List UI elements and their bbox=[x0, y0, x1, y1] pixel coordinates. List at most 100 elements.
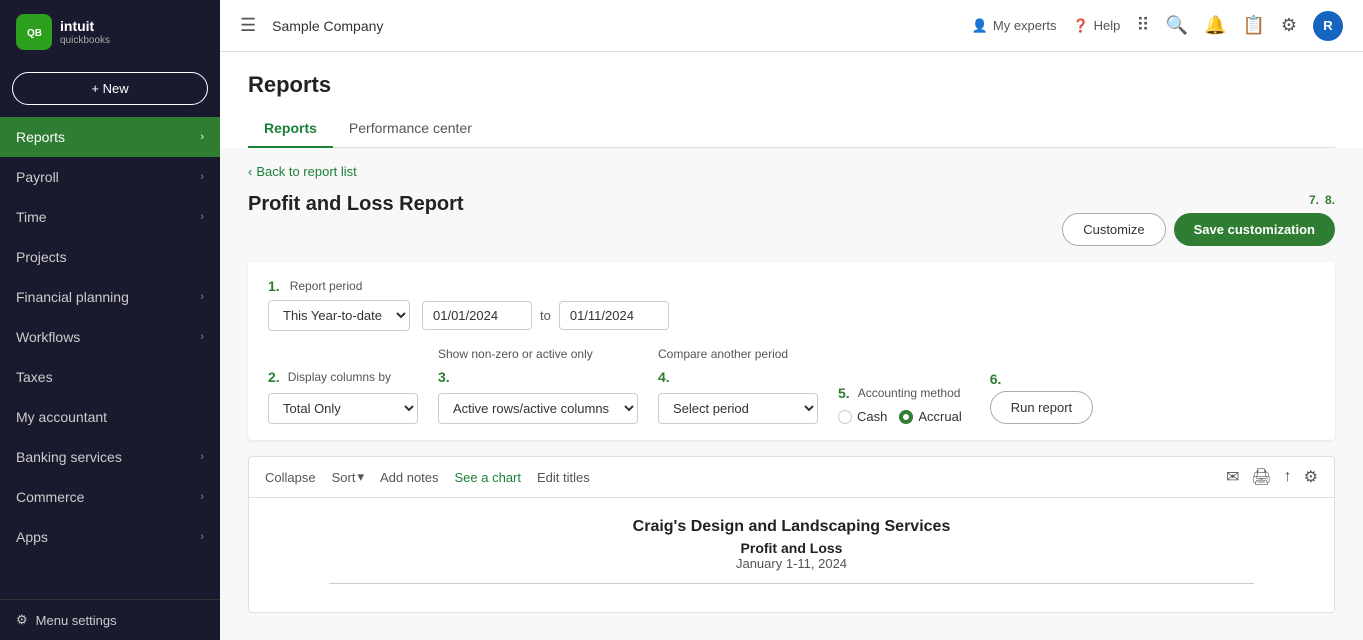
sidebar-item-financial-planning[interactable]: Financial planning › bbox=[0, 277, 220, 317]
sidebar-item-taxes[interactable]: Taxes bbox=[0, 357, 220, 397]
sidebar-item-commerce[interactable]: Commerce › bbox=[0, 477, 220, 517]
save-customization-button[interactable]: Save customization bbox=[1174, 213, 1335, 246]
logo-text-line1: intuit bbox=[60, 18, 110, 35]
sidebar-item-taxes-label: Taxes bbox=[16, 369, 53, 385]
controls-panel: 1. Report period This Year-to-date This … bbox=[248, 262, 1335, 440]
clipboard-icon[interactable]: 📋 bbox=[1242, 15, 1264, 36]
report-divider bbox=[329, 583, 1254, 584]
step-6: 6. bbox=[990, 371, 1089, 387]
export-icon[interactable]: ↑ bbox=[1284, 468, 1292, 486]
search-icon[interactable]: 🔍 bbox=[1166, 15, 1188, 36]
sort-chevron-icon: ▾ bbox=[357, 469, 364, 485]
sidebar-item-projects[interactable]: Projects bbox=[0, 237, 220, 277]
report-company-name: Craig's Design and Landscaping Services bbox=[269, 518, 1314, 536]
date-to-input[interactable] bbox=[559, 301, 669, 330]
to-label: to bbox=[540, 308, 551, 323]
compare-period-label: Compare another period bbox=[658, 347, 788, 361]
main-area: ☰ Sample Company 👤 My experts ❓ Help ⠿ 🔍… bbox=[220, 0, 1363, 640]
cash-label: Cash bbox=[857, 409, 887, 424]
logo-icon: QB bbox=[16, 14, 52, 50]
chevron-left-icon: ‹ bbox=[248, 164, 252, 179]
step-3: 3. bbox=[438, 369, 450, 385]
report-area: ‹ Back to report list Profit and Loss Re… bbox=[220, 148, 1363, 640]
sort-button[interactable]: Sort ▾ bbox=[332, 469, 364, 485]
sidebar-item-apps[interactable]: Apps › bbox=[0, 517, 220, 557]
show-nonzero-select[interactable]: Active rows/active columns Active rows o… bbox=[438, 393, 638, 424]
compare-period-group: Compare another period 4. Select period … bbox=[658, 347, 818, 424]
accounting-radio-group: Cash Accrual bbox=[838, 409, 962, 424]
edit-titles-button[interactable]: Edit titles bbox=[537, 470, 590, 485]
page-title: Reports bbox=[248, 72, 1335, 98]
settings-icon[interactable]: ⚙ bbox=[1281, 15, 1297, 36]
avatar[interactable]: R bbox=[1313, 11, 1343, 41]
report-toolbar: Collapse Sort ▾ Add notes See a chart Ed… bbox=[248, 456, 1335, 498]
chevron-icon: › bbox=[200, 491, 204, 503]
report-date: January 1-11, 2024 bbox=[269, 556, 1314, 571]
sidebar-item-banking-services-label: Banking services bbox=[16, 449, 122, 465]
chevron-icon: › bbox=[200, 291, 204, 303]
compare-period-select[interactable]: Select period Previous Period Previous Y… bbox=[658, 393, 818, 424]
sidebar-bottom: ⚙ Menu settings bbox=[0, 599, 220, 640]
toolbar-icons: ✉ 🖨 ↑ ⚙ bbox=[1226, 467, 1318, 487]
accrual-radio[interactable]: Accrual bbox=[899, 409, 961, 424]
period-select[interactable]: This Year-to-date This Month Last Month … bbox=[268, 300, 410, 331]
collapse-button[interactable]: Collapse bbox=[265, 470, 316, 485]
menu-settings-button[interactable]: ⚙ Menu settings bbox=[16, 612, 204, 628]
company-name: Sample Company bbox=[272, 18, 960, 34]
cash-radio[interactable]: Cash bbox=[838, 409, 887, 424]
hamburger-icon[interactable]: ☰ bbox=[240, 15, 256, 36]
new-button[interactable]: + New bbox=[12, 72, 208, 105]
apps-grid-icon[interactable]: ⠿ bbox=[1136, 15, 1149, 36]
display-columns-group: 2. Display columns by Total Only Month Q… bbox=[268, 369, 418, 424]
email-icon[interactable]: ✉ bbox=[1226, 467, 1239, 487]
customize-button[interactable]: Customize bbox=[1062, 213, 1165, 246]
see-chart-button[interactable]: See a chart bbox=[455, 470, 522, 485]
step-4: 4. bbox=[658, 369, 670, 385]
help-button[interactable]: ❓ Help bbox=[1072, 18, 1120, 34]
content: Reports Reports Performance center ‹ Bac… bbox=[220, 52, 1363, 640]
my-experts-button[interactable]: 👤 My experts bbox=[972, 18, 1057, 34]
report-content: Craig's Design and Landscaping Services … bbox=[248, 498, 1335, 613]
sidebar-item-apps-label: Apps bbox=[16, 529, 48, 545]
run-report-button[interactable]: Run report bbox=[990, 391, 1093, 424]
bell-icon[interactable]: 🔔 bbox=[1204, 15, 1226, 36]
step-2: 2. bbox=[268, 369, 280, 385]
sidebar-item-workflows[interactable]: Workflows › bbox=[0, 317, 220, 357]
print-icon[interactable]: 🖨 bbox=[1251, 467, 1271, 487]
back-to-report-list[interactable]: ‹ Back to report list bbox=[248, 164, 1335, 179]
help-icon: ❓ bbox=[1072, 18, 1088, 34]
date-from-input[interactable] bbox=[422, 301, 532, 330]
sidebar-item-time[interactable]: Time › bbox=[0, 197, 220, 237]
tab-reports[interactable]: Reports bbox=[248, 110, 333, 148]
accrual-radio-circle bbox=[899, 410, 913, 424]
chevron-icon: › bbox=[200, 211, 204, 223]
sidebar-item-payroll[interactable]: Payroll › bbox=[0, 157, 220, 197]
svg-text:QB: QB bbox=[27, 28, 42, 39]
step-7-label: 7. bbox=[1309, 193, 1319, 207]
back-link-label: Back to report list bbox=[256, 164, 356, 179]
show-nonzero-label: Show non-zero or active only bbox=[438, 347, 593, 361]
sidebar-item-banking-services[interactable]: Banking services › bbox=[0, 437, 220, 477]
sidebar-item-workflows-label: Workflows bbox=[16, 329, 80, 345]
menu-settings-label: Menu settings bbox=[36, 613, 117, 628]
sidebar-nav: Reports › Payroll › Time › Projects Fina… bbox=[0, 117, 220, 599]
display-columns-select[interactable]: Total Only Month Quarter Year bbox=[268, 393, 418, 424]
cash-radio-circle bbox=[838, 410, 852, 424]
display-columns-label: Display columns by bbox=[288, 370, 391, 384]
gear-icon: ⚙ bbox=[16, 612, 28, 628]
accrual-label: Accrual bbox=[918, 409, 961, 424]
sidebar: QB intuit quickbooks + New Reports › Pay… bbox=[0, 0, 220, 640]
report-period-label: Report period bbox=[290, 279, 363, 293]
sidebar-item-payroll-label: Payroll bbox=[16, 169, 59, 185]
settings-icon[interactable]: ⚙ bbox=[1304, 467, 1318, 487]
show-nonzero-group: Show non-zero or active only 3. Active r… bbox=[438, 347, 638, 424]
add-notes-button[interactable]: Add notes bbox=[380, 470, 439, 485]
help-label: Help bbox=[1094, 18, 1121, 33]
tab-performance-center[interactable]: Performance center bbox=[333, 110, 488, 148]
sidebar-item-financial-planning-label: Financial planning bbox=[16, 289, 129, 305]
step-1: 1. bbox=[268, 278, 280, 294]
sidebar-item-reports[interactable]: Reports › bbox=[0, 117, 220, 157]
accounting-method-group: 5. Accounting method Cash Accrual bbox=[838, 385, 962, 424]
sidebar-item-my-accountant[interactable]: My accountant bbox=[0, 397, 220, 437]
chevron-icon: › bbox=[200, 331, 204, 343]
